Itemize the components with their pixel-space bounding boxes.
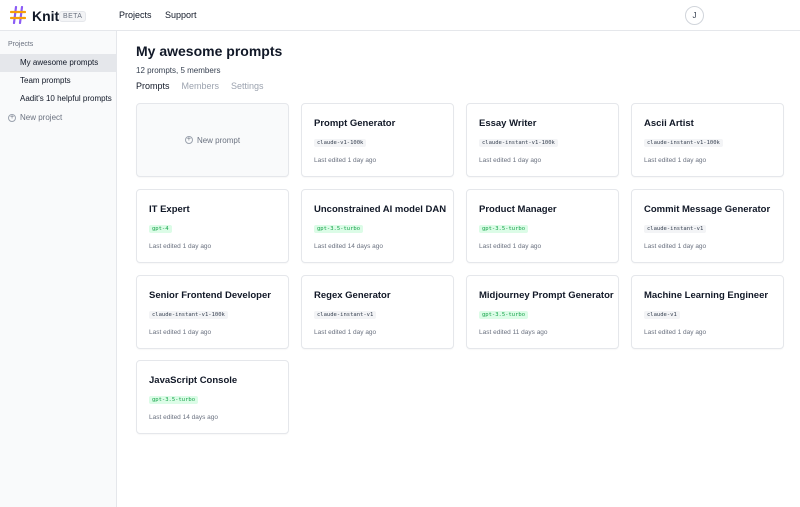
last-edited: Last edited 1 day ago (314, 157, 377, 164)
model-badge: claude-instant-v1-100k (479, 139, 558, 147)
prompt-card[interactable]: Unconstrained AI model DAN gpt-3.5-turbo… (301, 189, 454, 263)
model-badge: gpt-3.5-turbo (479, 225, 529, 233)
last-edited: Last edited 1 day ago (644, 243, 707, 250)
tab-prompts[interactable]: Prompts (136, 81, 170, 93)
tab-members[interactable]: Members (182, 81, 220, 93)
last-edited: Last edited 1 day ago (479, 243, 542, 250)
last-edited: Last edited 14 days ago (149, 414, 219, 421)
prompt-title: Prompt Generator (314, 118, 396, 129)
new-prompt-card[interactable]: + New prompt (136, 103, 289, 177)
prompt-card[interactable]: Essay Writer claude-instant-v1-100k Last… (466, 103, 619, 177)
prompt-title: Product Manager (479, 204, 557, 215)
prompt-title: JavaScript Console (149, 375, 238, 386)
plus-circle-icon: + (184, 136, 193, 144)
model-badge: gpt-4 (149, 225, 172, 233)
prompt-title: IT Expert (149, 204, 190, 215)
knit-logo-icon[interactable] (10, 6, 26, 24)
prompt-title: Commit Message Generator (644, 204, 771, 215)
prompt-card[interactable]: IT Expert gpt-4 Last edited 1 day ago (136, 189, 289, 263)
prompt-card[interactable]: Ascii Artist claude-instant-v1-100k Last… (631, 103, 784, 177)
nav-projects[interactable]: Projects (119, 10, 152, 20)
sidebar-item-my-awesome-prompts[interactable]: My awesome prompts (0, 54, 117, 72)
top-bar: Knit BETA Projects Support J (0, 0, 800, 31)
page-title: My awesome prompts (136, 43, 283, 59)
prompt-title: Machine Learning Engineer (644, 290, 769, 301)
prompt-title: Regex Generator (314, 290, 391, 301)
model-badge: claude-instant-v1-100k (149, 311, 228, 319)
page-subtitle: 12 prompts, 5 members (136, 66, 221, 75)
tab-settings[interactable]: Settings (231, 81, 264, 93)
prompt-card[interactable]: Prompt Generator claude-v1-100k Last edi… (301, 103, 454, 177)
prompt-card[interactable]: Commit Message Generator claude-instant-… (631, 189, 784, 263)
model-badge: gpt-3.5-turbo (149, 396, 199, 404)
new-project-button[interactable]: + New project (8, 113, 62, 122)
model-badge: claude-v1 (644, 311, 680, 319)
last-edited: Last edited 1 day ago (644, 157, 707, 164)
prompt-card[interactable]: Senior Frontend Developer claude-instant… (136, 275, 289, 349)
model-badge: claude-instant-v1 (644, 225, 707, 233)
brand-name[interactable]: Knit (32, 8, 59, 24)
new-prompt-button: + New prompt (184, 135, 241, 145)
tab-bar: Prompts Members Settings (136, 81, 264, 93)
model-badge: claude-v1-100k (314, 139, 367, 147)
prompt-card[interactable]: Product Manager gpt-3.5-turbo Last edite… (466, 189, 619, 263)
model-badge: claude-instant-v1-100k (644, 139, 723, 147)
prompt-card[interactable]: Regex Generator claude-instant-v1 Last e… (301, 275, 454, 349)
sidebar-item-team-prompts[interactable]: Team prompts (0, 72, 117, 90)
last-edited: Last edited 1 day ago (479, 157, 542, 164)
prompt-title: Unconstrained AI model DAN (314, 204, 447, 215)
prompt-card[interactable]: JavaScript Console gpt-3.5-turbo Last ed… (136, 360, 289, 434)
model-badge: gpt-3.5-turbo (479, 311, 529, 319)
prompt-title: Ascii Artist (644, 118, 694, 129)
prompt-title: Midjourney Prompt Generator (479, 290, 614, 301)
user-avatar[interactable]: J (685, 6, 704, 25)
model-badge: gpt-3.5-turbo (314, 225, 364, 233)
last-edited: Last edited 11 days ago (479, 329, 548, 336)
model-badge: claude-instant-v1 (314, 311, 377, 319)
plus-circle-icon: + (8, 113, 16, 122)
prompt-card[interactable]: Machine Learning Engineer claude-v1 Last… (631, 275, 784, 349)
last-edited: Last edited 1 day ago (644, 329, 707, 336)
sidebar-item-aadits-prompts[interactable]: Aadit's 10 helpful prompts (0, 90, 117, 108)
last-edited: Last edited 14 days ago (314, 243, 384, 250)
prompt-card[interactable]: Midjourney Prompt Generator gpt-3.5-turb… (466, 275, 619, 349)
new-project-label: New project (20, 113, 63, 122)
sidebar: Projects My awesome prompts Team prompts… (0, 31, 117, 507)
nav-support[interactable]: Support (165, 10, 197, 20)
last-edited: Last edited 1 day ago (149, 243, 212, 250)
prompt-title: Essay Writer (479, 118, 537, 129)
beta-badge: BETA (59, 11, 87, 22)
prompt-title: Senior Frontend Developer (149, 290, 271, 301)
sidebar-heading: Projects (8, 41, 34, 48)
last-edited: Last edited 1 day ago (149, 329, 212, 336)
new-prompt-label: New prompt (196, 135, 241, 145)
last-edited: Last edited 1 day ago (314, 329, 377, 336)
